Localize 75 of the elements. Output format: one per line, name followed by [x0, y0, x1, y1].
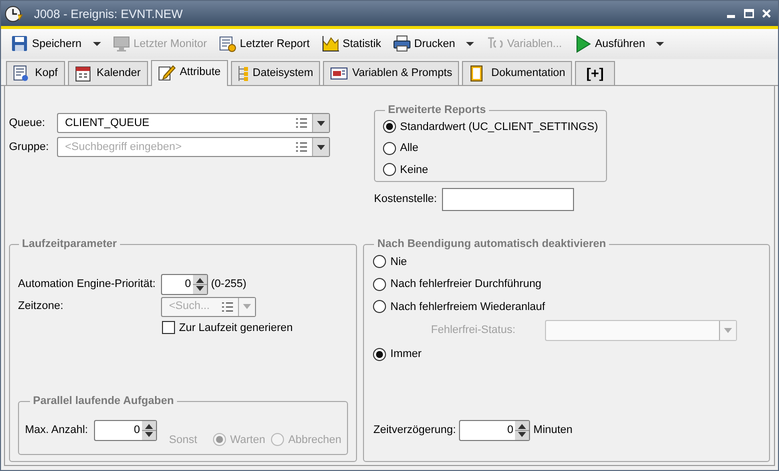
spin-buttons-icon[interactable]: [142, 420, 156, 440]
document-icon: [13, 65, 31, 82]
spin-buttons-icon[interactable]: [193, 274, 207, 294]
radio-option[interactable]: Keine: [383, 162, 598, 178]
window-list-icon: [330, 65, 348, 82]
radio-option[interactable]: Standardwert (UC_CLIENT_SETTINGS): [383, 118, 598, 135]
close-icon[interactable]: [762, 9, 771, 18]
toolbar-button[interactable]: Speichern: [9, 32, 103, 56]
tab[interactable]: Kopf: [6, 61, 65, 85]
group-title: Parallel laufende Aufgaben: [32, 394, 175, 409]
field-label: Gruppe:: [9, 140, 50, 155]
radio-button[interactable]: [373, 278, 386, 291]
radio-button[interactable]: [383, 163, 396, 176]
field-label: Automation Engine-Priorität:: [18, 276, 157, 292]
chart-icon: [322, 35, 340, 53]
radio-button[interactable]: [373, 348, 386, 361]
radio-option[interactable]: Nie: [373, 254, 760, 270]
number-field[interactable]: 0: [161, 274, 208, 294]
maximize-icon[interactable]: [744, 9, 754, 18]
spin-buttons-icon[interactable]: [515, 420, 530, 440]
group-title: Erweiterte Reports: [387, 103, 487, 118]
group-title: Laufzeitparameter: [21, 237, 118, 252]
clock-icon: [4, 4, 24, 24]
number-field[interactable]: 0: [459, 420, 530, 440]
radio-option[interactable]: Alle: [383, 140, 598, 156]
caret-icon: [317, 120, 325, 126]
monitor-icon: [112, 35, 131, 53]
radio-button[interactable]: [383, 142, 396, 155]
field-label: Queue:: [9, 116, 46, 131]
text-field[interactable]: [442, 188, 574, 211]
radio-button[interactable]: [373, 300, 386, 314]
list-icon[interactable]: [295, 142, 307, 152]
field-label: Sonst: [169, 432, 198, 448]
dropdown-button[interactable]: [312, 114, 329, 132]
checkbox[interactable]: [162, 321, 175, 334]
caret-icon: [656, 42, 664, 46]
unit-label: Minuten: [533, 422, 573, 438]
field-label: Kostenstelle:: [374, 192, 438, 208]
dropdown-button[interactable]: [312, 138, 329, 156]
group-title: Nach Beendigung automatisch deaktivieren: [376, 237, 608, 252]
calendar-icon: [74, 65, 93, 82]
tree-icon: [238, 66, 249, 81]
caret-icon: [243, 304, 251, 309]
pencil-page-icon: [158, 64, 176, 81]
window-title: J008 - Ereignis: EVNT.NEW: [34, 6, 183, 22]
tab[interactable]: Dateisystem: [230, 61, 320, 85]
caret-icon: [466, 42, 474, 46]
field-label: Zeitzone:: [18, 299, 64, 314]
report-clock-icon: [218, 35, 237, 53]
toolbar-button[interactable]: Drucken: [391, 32, 476, 56]
tab[interactable]: Dokumentation: [462, 61, 572, 85]
toolbar-button[interactable]: Letzter Report: [216, 32, 312, 56]
combo-field[interactable]: CLIENT_QUEUE: [57, 113, 330, 133]
tab[interactable]: Variablen & Prompts: [323, 61, 460, 85]
caret-icon: [724, 328, 732, 333]
field-label: Zeitverzögerung:: [373, 422, 457, 438]
caret-icon: [92, 42, 101, 46]
toolbar-button[interactable]: Statistik: [320, 32, 384, 56]
list-icon[interactable]: [295, 118, 307, 128]
toolbar-button[interactable]: Ausführen: [572, 32, 666, 56]
radio-button[interactable]: [383, 120, 396, 134]
field-label: Fehlerfrei-Status:: [430, 323, 516, 338]
radio-option[interactable]: Nach fehlerfreiem Wiederanlauf: [373, 298, 760, 315]
radio-button[interactable]: [373, 255, 386, 268]
radio-option[interactable]: Immer: [373, 346, 760, 362]
tab[interactable]: Kalender: [68, 61, 148, 85]
tab[interactable]: Attribute: [150, 60, 228, 86]
range-hint: (0-255): [211, 276, 246, 292]
checkbox-option[interactable]: Zur Laufzeit generieren: [162, 320, 348, 336]
tab[interactable]: [+]: [575, 61, 615, 85]
play-icon: [574, 35, 592, 53]
caret-icon: [317, 144, 325, 150]
radio-option[interactable]: Nach fehlerfreier Durchführung: [373, 276, 760, 292]
field-label: Max. Anzahl:: [25, 422, 89, 438]
printer-icon: [393, 35, 412, 53]
